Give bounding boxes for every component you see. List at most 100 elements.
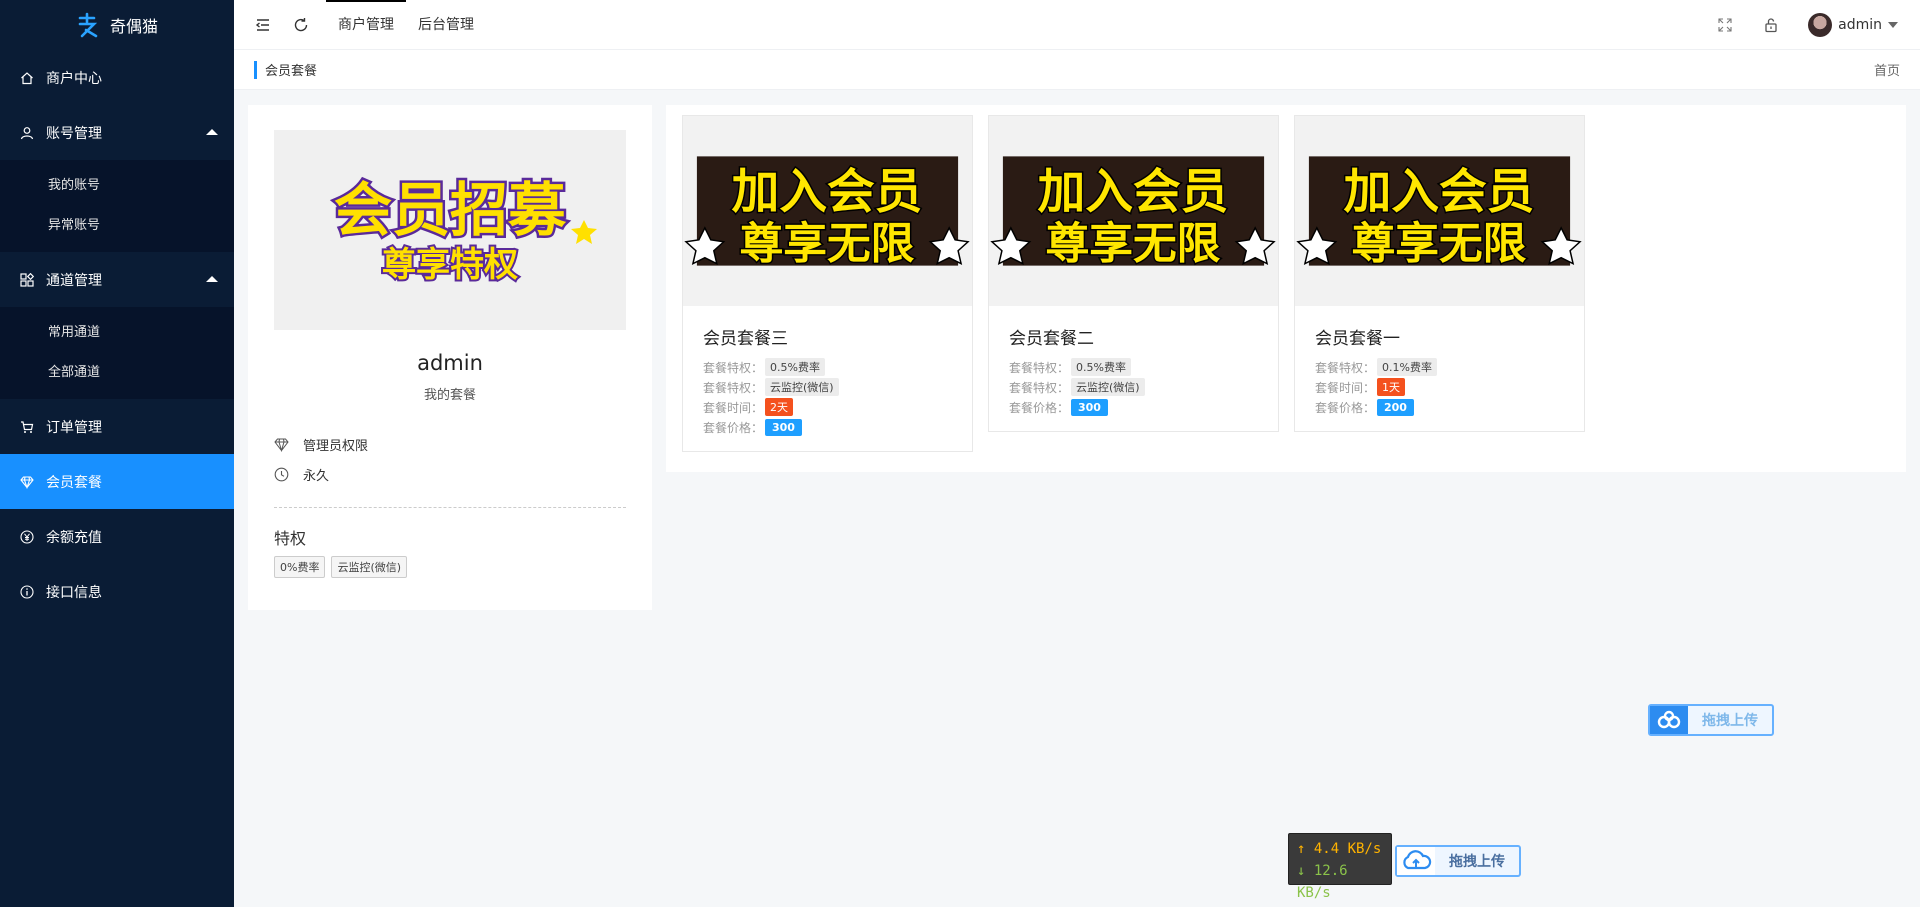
sidebar-item-abnormal-accounts[interactable]: 异常账号 xyxy=(0,206,234,246)
sidebar-item-label: 接口信息 xyxy=(46,584,102,601)
sidebar-item-label: 通道管理 xyxy=(46,272,102,289)
package-title: 会员套餐二 xyxy=(1009,329,1094,349)
package-feature-row: 套餐特权： 0.1%费率 xyxy=(1315,357,1564,377)
feature-chip: 云监控(微信) xyxy=(765,378,839,396)
package-card[interactable]: 加入会员 尊享无限 会员套餐二 套餐特权： 0.5%费率 套餐特权： 云监控(微信)… xyxy=(988,115,1279,432)
time-chip: 2天 xyxy=(765,398,793,416)
user-menu[interactable]: admin xyxy=(1808,12,1898,37)
price-label: 套餐价格： xyxy=(1009,400,1070,415)
package-price-row: 套餐价格： 300 xyxy=(703,417,952,437)
banner-line-1: 加入会员 xyxy=(1038,165,1229,220)
user-icon xyxy=(20,126,34,140)
clock-icon xyxy=(274,467,289,482)
price-chip: 200 xyxy=(1377,398,1414,416)
package-price-row: 套餐价格： 200 xyxy=(1315,397,1564,417)
feature-chip: 0.5%费率 xyxy=(765,358,825,376)
upload-label: 拖拽上传 xyxy=(1449,854,1505,870)
chevron-up-icon xyxy=(206,129,218,135)
sidebar-item-membership-packages[interactable]: 会员套餐 xyxy=(0,454,234,509)
header-right-tools: admin xyxy=(1688,0,1920,50)
privileges-tags: 0%费率 云监控(微信) xyxy=(274,556,408,578)
time-label: 套餐时间： xyxy=(1315,380,1376,395)
package-title: 会员套餐一 xyxy=(1315,329,1400,349)
feature-label: 套餐特权： xyxy=(1315,360,1376,375)
package-time-row: 套餐时间： 2天 xyxy=(703,397,952,417)
upload-speed: ↑ 4.4 KB/s xyxy=(1297,841,1382,857)
breadcrumb-current: 会员套餐 xyxy=(265,64,318,79)
package-feature-row: 套餐特权： 云监控(微信) xyxy=(1009,377,1258,397)
sidebar-item-order-management[interactable]: 订单管理 xyxy=(0,399,234,454)
breadcrumb-home-link[interactable]: 首页 xyxy=(1874,60,1900,79)
sidebar-item-account-management[interactable]: 账号管理 xyxy=(0,105,234,160)
banner-line-2: 尊享特权 xyxy=(382,245,518,285)
yen-icon xyxy=(20,529,34,544)
diamond-icon xyxy=(274,438,289,452)
diamond-icon xyxy=(20,475,34,489)
breadcrumb: 会员套餐 首页 xyxy=(234,50,1920,90)
sidebar-item-merchant-center[interactable]: 商户中心 xyxy=(0,50,234,105)
sidebar: 奇偶猫 商户中心 账号管理 我的账号 异常账号 通道管理 常用通道 全部通道 订… xyxy=(0,0,234,907)
sidebar-item-label: 商户中心 xyxy=(46,70,102,87)
package-list: 加入会员 尊享无限 会员套餐三 套餐特权： 0.5%费率 套餐特权： 云监控(微信)… xyxy=(666,105,1906,472)
privileges-title: 特权 xyxy=(274,529,307,548)
sidebar-item-label: 账号管理 xyxy=(46,125,102,142)
chevron-up-icon xyxy=(206,276,218,282)
profile-subtitle: 我的套餐 xyxy=(423,388,476,403)
logo-icon xyxy=(78,12,98,38)
info-icon xyxy=(20,584,34,599)
drag-upload-button[interactable]: 拖拽上传 xyxy=(1648,704,1774,736)
baidu-cloud-icon xyxy=(1650,706,1688,734)
submenu-account: 我的账号 异常账号 xyxy=(0,160,234,252)
privilege-tag: 0%费率 xyxy=(274,556,326,578)
home-icon xyxy=(20,71,34,85)
network-speed-widget: ↑ 4.4 KB/s ↓ 12.6 KB/s xyxy=(1288,833,1392,901)
package-banner-image: 加入会员 尊享无限 xyxy=(1295,116,1584,306)
app-logo[interactable]: 奇偶猫 xyxy=(0,0,234,50)
package-card[interactable]: 加入会员 尊享无限 会员套餐三 套餐特权： 0.5%费率 套餐特权： 云监控(微信)… xyxy=(682,115,973,452)
sidebar-item-label: 订单管理 xyxy=(46,419,102,436)
sidebar-item-balance-recharge[interactable]: 余额充值 xyxy=(0,509,234,564)
tab-backend-management[interactable]: 后台管理 xyxy=(406,0,486,50)
time-chip: 1天 xyxy=(1377,378,1405,396)
top-header: 商户管理 后台管理 admin xyxy=(234,0,1920,50)
profile-role: 管理员权限 xyxy=(303,439,369,454)
sidebar-item-api-info[interactable]: 接口信息 xyxy=(0,564,234,619)
feature-chip: 云监控(微信) xyxy=(1071,378,1145,396)
profile-name: admin xyxy=(417,351,483,375)
profile-banner-image: 会员招募 尊享特权 xyxy=(274,130,626,330)
cart-icon xyxy=(20,420,34,434)
menu-collapse-icon[interactable] xyxy=(254,16,272,34)
app-name: 奇偶猫 xyxy=(109,17,158,36)
feature-label: 套餐特权： xyxy=(703,380,764,395)
cloud-upload-icon xyxy=(1397,847,1435,875)
privilege-tag: 云监控(微信) xyxy=(331,556,408,578)
sidebar-item-all-channels[interactable]: 全部通道 xyxy=(0,353,234,393)
sidebar-item-label: 会员套餐 xyxy=(46,474,102,491)
package-feature-row: 套餐特权： 0.5%费率 xyxy=(703,357,952,377)
package-card[interactable]: 加入会员 尊享无限 会员套餐一 套餐特权： 0.1%费率 套餐时间： 1天 套餐价格… xyxy=(1294,115,1585,432)
upload-label: 拖拽上传 xyxy=(1702,713,1758,729)
lock-icon[interactable] xyxy=(1762,16,1780,34)
banner-line-2: 尊享无限 xyxy=(1046,219,1221,270)
drag-upload-button-secondary[interactable]: 拖拽上传 xyxy=(1395,845,1521,877)
star-decoration-icon xyxy=(571,220,597,244)
sidebar-item-channel-management[interactable]: 通道管理 xyxy=(0,252,234,307)
submenu-channel: 常用通道 全部通道 xyxy=(0,307,234,399)
package-card-body: 会员套餐三 套餐特权： 0.5%费率 套餐特权： 云监控(微信) 套餐时间： 2天 套… xyxy=(683,306,972,451)
fullscreen-icon[interactable] xyxy=(1716,16,1734,34)
feature-chip: 0.5%费率 xyxy=(1071,358,1131,376)
package-feature-row: 套餐特权： 0.5%费率 xyxy=(1009,357,1258,377)
sidebar-item-my-accounts[interactable]: 我的账号 xyxy=(0,166,234,206)
banner-line-1: 加入会员 xyxy=(1344,165,1535,220)
user-name: admin xyxy=(1838,16,1882,33)
price-label: 套餐价格： xyxy=(703,420,764,435)
package-title: 会员套餐三 xyxy=(703,329,788,349)
banner-line-1: 会员招募 xyxy=(334,176,567,244)
refresh-icon[interactable] xyxy=(292,16,310,34)
time-label: 套餐时间： xyxy=(703,400,764,415)
tab-merchant-management[interactable]: 商户管理 xyxy=(326,0,406,50)
avatar xyxy=(1808,12,1833,37)
package-price-row: 套餐价格： 300 xyxy=(1009,397,1258,417)
package-card-body: 会员套餐二 套餐特权： 0.5%费率 套餐特权： 云监控(微信) 套餐价格： 300 xyxy=(989,306,1278,431)
sidebar-item-common-channels[interactable]: 常用通道 xyxy=(0,313,234,353)
